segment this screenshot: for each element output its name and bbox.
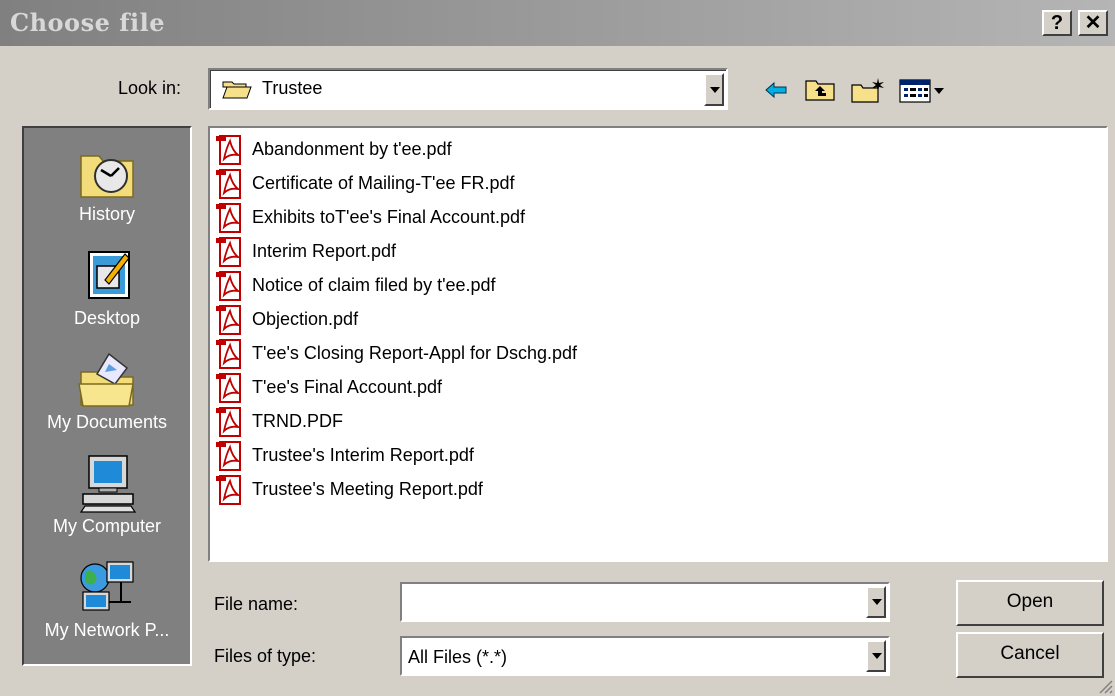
pdf-file-icon	[216, 135, 242, 165]
desktop-icon	[88, 251, 130, 299]
open-folder-icon	[222, 81, 252, 99]
file-name: Certificate of Mailing-T'ee FR.pdf	[252, 173, 515, 193]
up-one-level-icon[interactable]	[804, 76, 836, 104]
file-name: T'ee's Closing Report-Appl for Dschg.pdf	[252, 343, 578, 363]
open-button[interactable]: Open	[956, 580, 1104, 626]
pdf-file-icon	[216, 169, 242, 199]
file-type-dropdown[interactable]: All Files (*.*)	[400, 636, 890, 676]
look-in-value: Trustee	[262, 78, 323, 98]
file-name: Notice of claim filed by t'ee.pdf	[252, 275, 496, 295]
pdf-file-icon	[216, 203, 242, 233]
views-menu-icon[interactable]	[898, 76, 948, 104]
file-name: Exhibits toT'ee's Final Account.pdf	[252, 207, 526, 227]
pdf-file-icon	[216, 373, 242, 403]
place-label: Desktop	[73, 308, 141, 328]
place-label: History	[78, 204, 135, 224]
file-name: Objection.pdf	[252, 309, 359, 329]
pdf-file-icon	[216, 475, 242, 505]
resize-grip-icon[interactable]	[1097, 678, 1113, 694]
place-label: My Computer	[52, 516, 162, 536]
place-history[interactable]: History	[24, 134, 190, 238]
my-computer-icon	[79, 455, 137, 513]
my-network-places-icon	[80, 561, 134, 611]
look-in-label: Look in:	[118, 78, 182, 98]
file-name-combo[interactable]	[400, 582, 890, 622]
file-name: TRND.PDF	[252, 411, 343, 431]
place-desktop[interactable]: Desktop	[24, 238, 190, 342]
file-type-label: Files of type:	[214, 646, 317, 666]
file-name: Abandonment by t'ee.pdf	[252, 139, 452, 159]
file-name: Trustee's Interim Report.pdf	[252, 445, 474, 465]
close-button[interactable]: ✕	[1078, 10, 1108, 36]
pdf-file-icon	[216, 271, 242, 301]
look-in-dropdown-button[interactable]	[704, 73, 724, 106]
place-my-network[interactable]: My Network P...	[24, 550, 190, 654]
file-type-dropdown-button[interactable]	[866, 640, 886, 672]
pdf-file-icon	[216, 339, 242, 369]
file-name-input[interactable]	[406, 588, 860, 618]
pdf-file-icon	[216, 305, 242, 335]
place-label: My Network P...	[44, 620, 170, 640]
places-bar: History Desktop My Documents My Computer…	[22, 126, 192, 666]
pdf-file-icon	[216, 407, 242, 437]
place-my-computer[interactable]: My Computer	[24, 446, 190, 550]
history-icon	[80, 155, 134, 198]
look-in-dropdown[interactable]: Trustee	[208, 68, 728, 110]
choose-file-dialog: Choose file ? ✕ Look in: Trustee History…	[0, 0, 1115, 696]
pdf-file-icon	[216, 237, 242, 267]
file-name-dropdown-button[interactable]	[866, 586, 886, 618]
title-bar[interactable]: Choose file ? ✕	[0, 0, 1115, 46]
back-arrow-icon[interactable]	[762, 76, 790, 104]
file-list[interactable]: Abandonment by t'ee.pdf Certificate of M…	[208, 126, 1108, 562]
new-folder-icon[interactable]	[850, 76, 886, 104]
help-button[interactable]: ?	[1042, 10, 1072, 36]
cancel-button[interactable]: Cancel	[956, 632, 1104, 678]
place-label: My Documents	[46, 412, 168, 432]
my-documents-icon	[78, 352, 134, 407]
place-my-documents[interactable]: My Documents	[24, 342, 190, 446]
file-name-label: File name:	[214, 594, 299, 614]
file-name: T'ee's Final Account.pdf	[252, 377, 442, 397]
file-type-value: All Files (*.*)	[408, 647, 508, 667]
pdf-file-icon	[216, 441, 242, 471]
file-name: Trustee's Meeting Report.pdf	[252, 479, 483, 499]
file-name: Interim Report.pdf	[252, 241, 397, 261]
window-title: Choose file	[10, 8, 166, 37]
